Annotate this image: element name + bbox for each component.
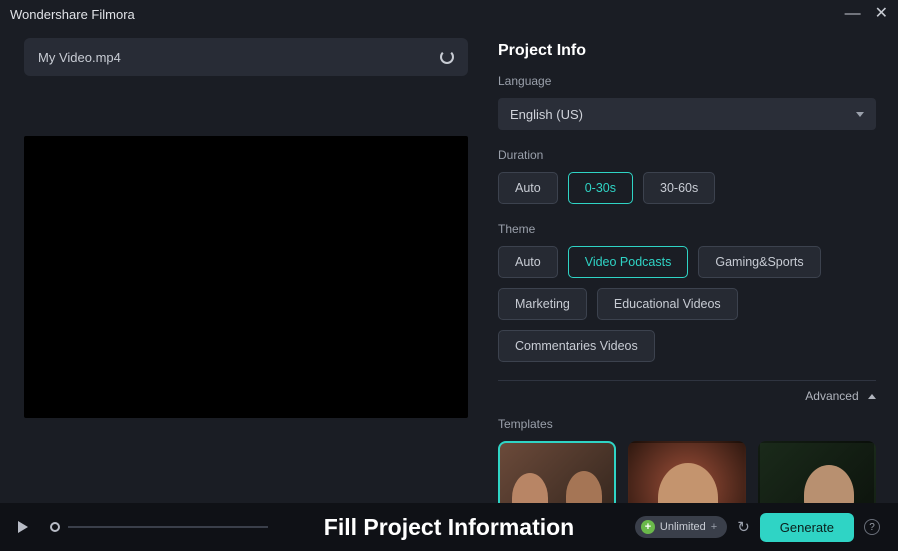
progress-handle[interactable]	[50, 522, 60, 532]
theme-chip-educational[interactable]: Educational Videos	[597, 288, 738, 320]
chevron-down-icon	[856, 112, 864, 117]
theme-chip-commentaries[interactable]: Commentaries Videos	[498, 330, 655, 362]
theme-row: Auto Video Podcasts Gaming&Sports Market…	[498, 246, 876, 362]
unlimited-badge[interactable]: + Unlimited +	[635, 516, 727, 538]
generate-button[interactable]: Generate	[760, 513, 854, 542]
video-preview[interactable]	[24, 136, 468, 418]
theme-chip-video-podcasts[interactable]: Video Podcasts	[568, 246, 689, 278]
close-button[interactable]: ✕	[875, 6, 888, 22]
duration-label: Duration	[498, 148, 876, 162]
theme-chip-auto[interactable]: Auto	[498, 246, 558, 278]
duration-chip-30-60s[interactable]: 30-60s	[643, 172, 715, 204]
plus-icon: +	[641, 520, 655, 534]
theme-label: Theme	[498, 222, 876, 236]
minimize-button[interactable]: —	[845, 6, 861, 22]
file-bar[interactable]: My Video.mp4	[24, 38, 468, 76]
advanced-toggle[interactable]: Advanced	[498, 380, 876, 403]
duration-chip-auto[interactable]: Auto	[498, 172, 558, 204]
language-select[interactable]: English (US)	[498, 98, 876, 130]
duration-chip-0-30s[interactable]: 0-30s	[568, 172, 633, 204]
app-title: Wondershare Filmora	[10, 7, 135, 22]
language-value: English (US)	[510, 107, 583, 122]
help-button[interactable]: ?	[864, 519, 880, 535]
refresh-button[interactable]: ↻	[737, 518, 750, 536]
file-name: My Video.mp4	[38, 50, 121, 65]
refresh-icon[interactable]	[440, 50, 454, 64]
panel-title: Project Info	[498, 42, 876, 60]
duration-row: Auto 0-30s 30-60s	[498, 172, 876, 204]
play-button[interactable]	[18, 521, 28, 533]
progress-track[interactable]	[68, 526, 268, 528]
advanced-label: Advanced	[805, 389, 858, 403]
chevron-up-icon	[868, 394, 876, 399]
theme-chip-gaming-sports[interactable]: Gaming&Sports	[698, 246, 820, 278]
language-label: Language	[498, 74, 876, 88]
templates-label: Templates	[498, 417, 876, 431]
theme-chip-marketing[interactable]: Marketing	[498, 288, 587, 320]
